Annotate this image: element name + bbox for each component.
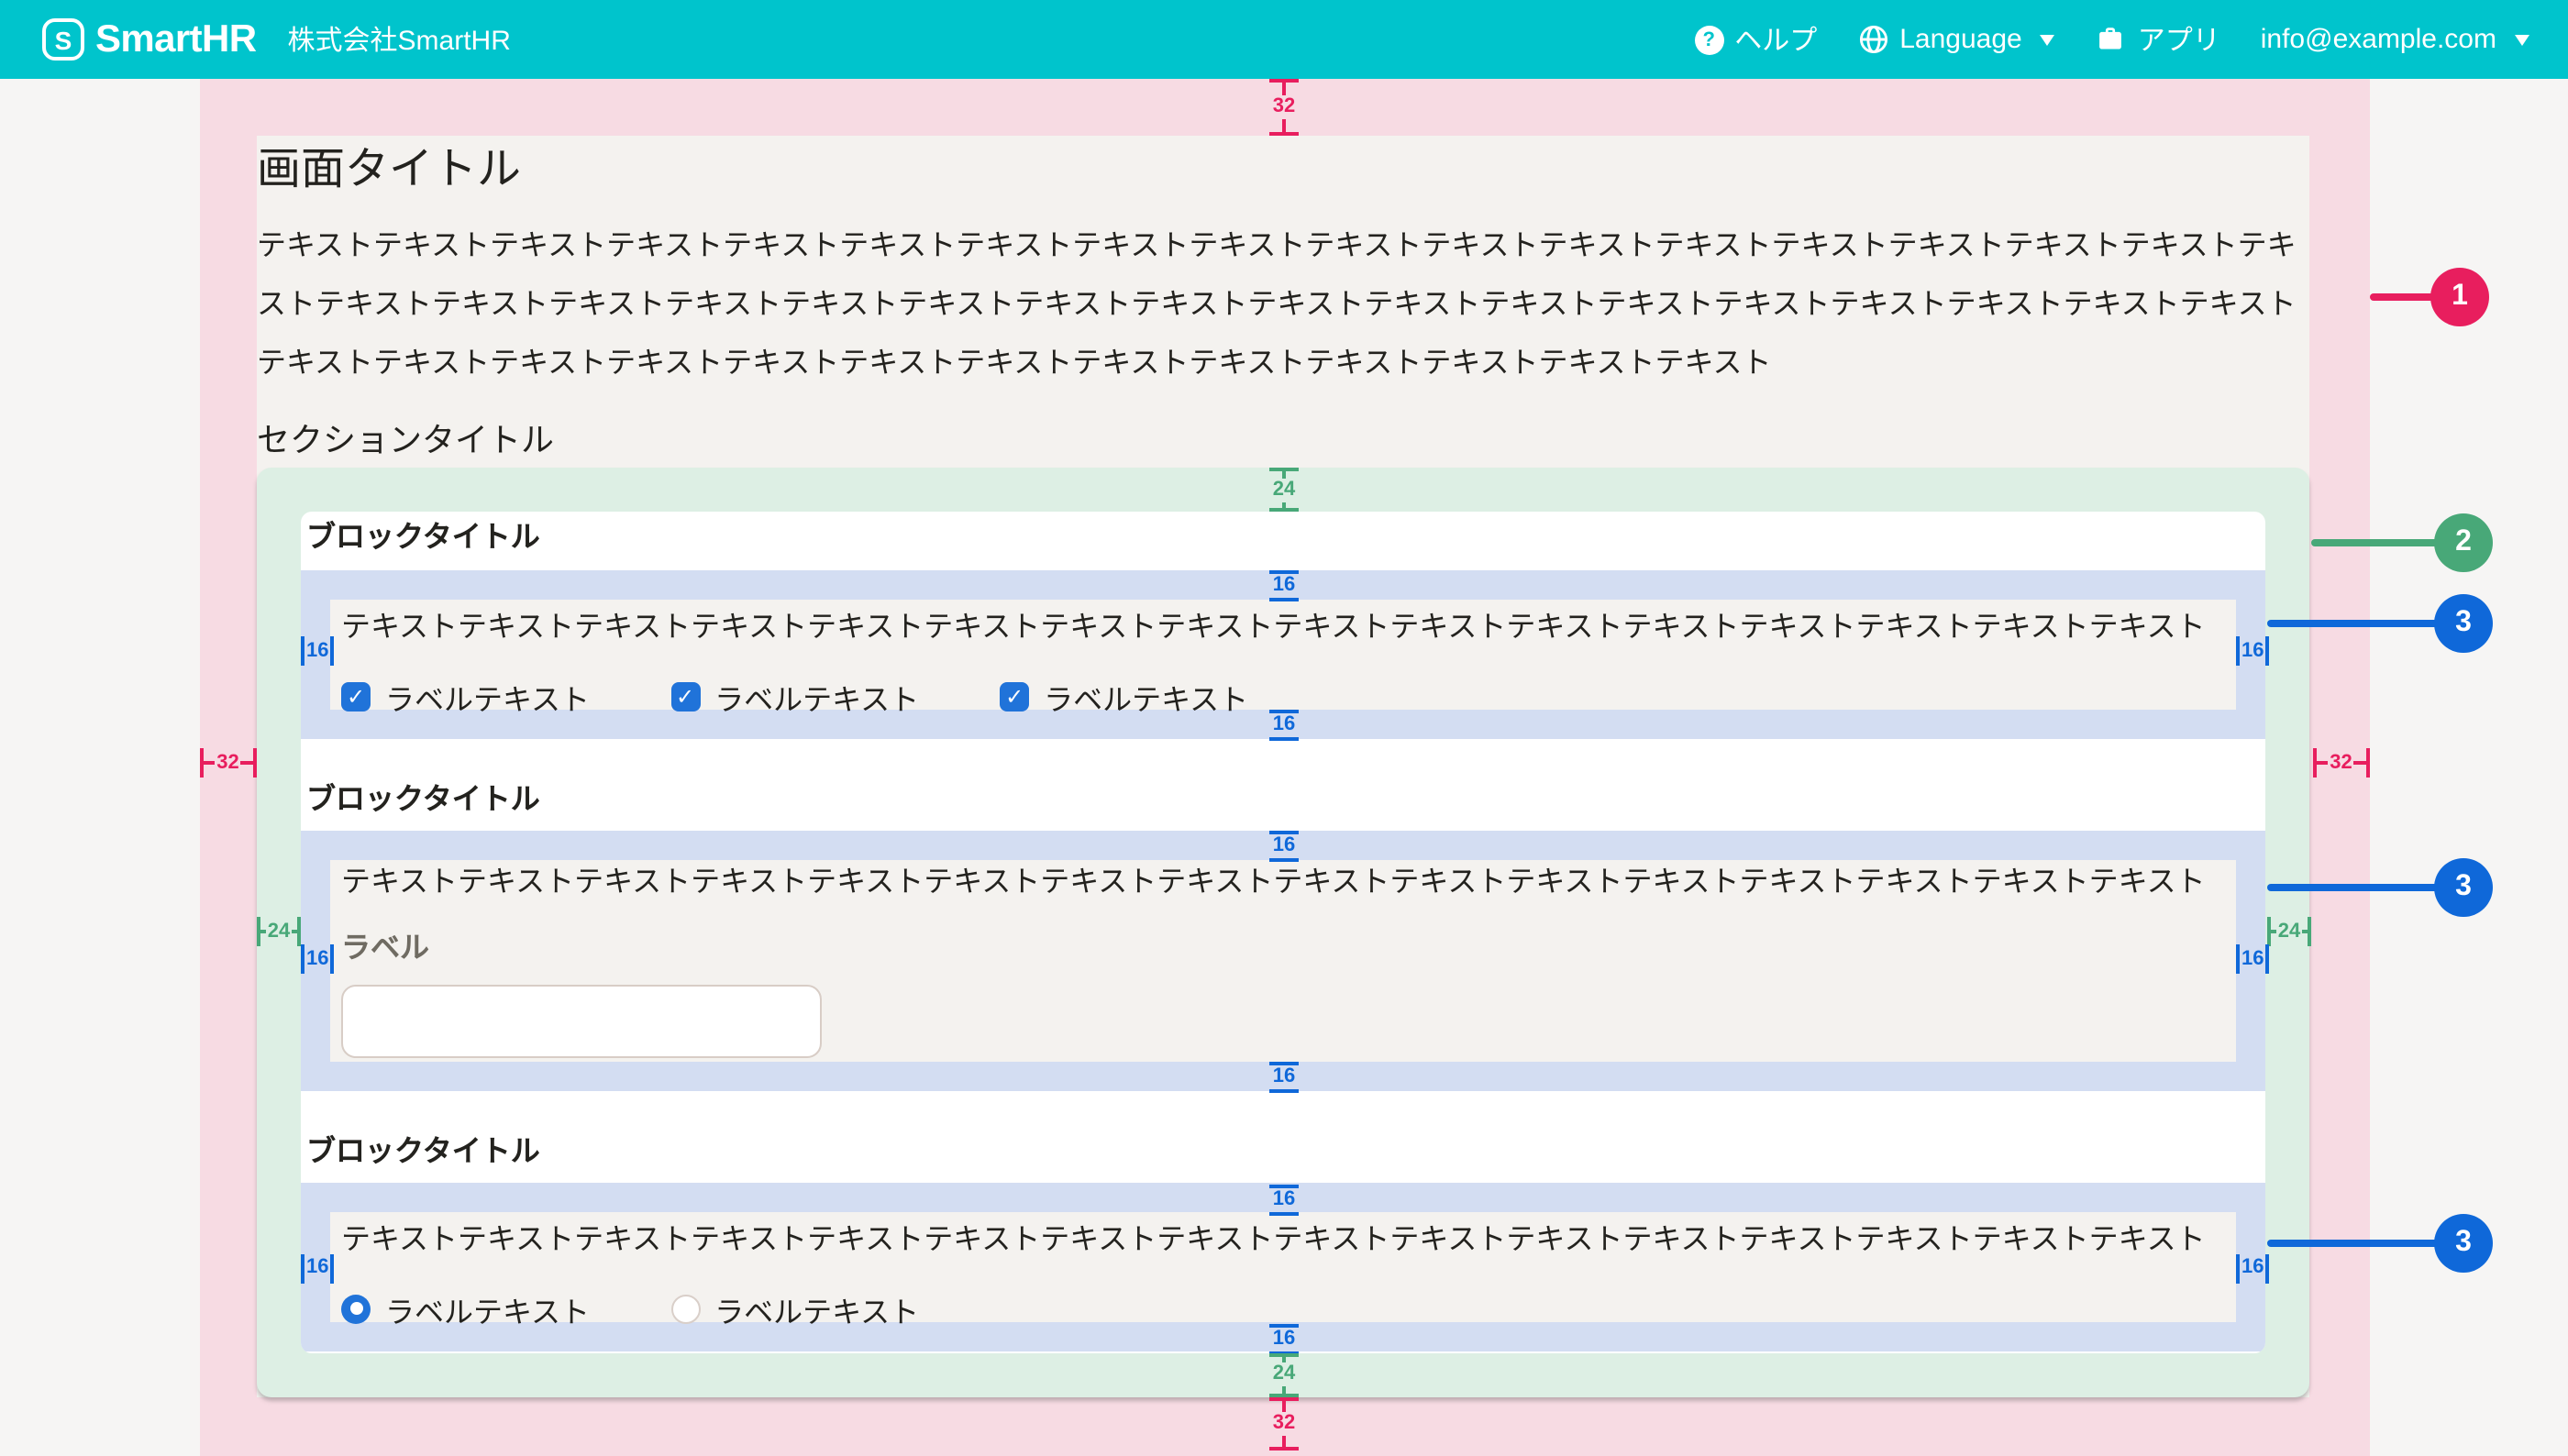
h-spacing-marker-16: 16 — [2236, 944, 2265, 974]
callout-line — [2267, 883, 2443, 890]
v-spacing-marker-16: 16 — [1269, 1061, 1299, 1090]
input-label: ラベル — [341, 930, 2225, 970]
callout-line — [2311, 539, 2443, 546]
block-content: テキストテキストテキストテキストテキストテキストテキストテキストテキストテキスト… — [330, 600, 2236, 710]
h-spacing-marker-16: 16 — [301, 636, 330, 666]
company-name: 株式会社SmartHR — [288, 20, 511, 59]
checkbox-label: ラベルテキスト — [1044, 675, 1248, 719]
callout-3: 3 — [2434, 857, 2493, 916]
checkbox-label: ラベルテキスト — [714, 675, 919, 719]
header-nav: ? ヘルプ Language アプリ — [1694, 20, 2529, 59]
app-header: S SmartHR 株式会社SmartHR ? ヘルプ Language — [0, 0, 2568, 79]
toolbox-icon — [2096, 24, 2127, 55]
intro-paragraph: テキストテキストテキストテキストテキストテキストテキストテキストテキストテキスト… — [257, 218, 2309, 394]
account-menu-item[interactable]: info@example.com — [2261, 24, 2529, 55]
block-text: テキストテキストテキストテキストテキストテキストテキストテキストテキストテキスト… — [341, 1217, 2225, 1263]
help-icon: ? — [1694, 25, 1723, 54]
v-spacing-marker-16: 16 — [1269, 1184, 1299, 1213]
radio-label: ラベルテキスト — [714, 1286, 919, 1330]
callout-3: 3 — [2434, 594, 2493, 653]
help-menu-item[interactable]: ? ヘルプ — [1694, 20, 1817, 59]
callout-1: 1 — [2430, 267, 2489, 325]
block-title: ブロックタイトル — [306, 517, 2265, 559]
section-container: ブロックタイトル テキストテキストテキストテキストテキストテキストテキストテキス… — [257, 468, 2309, 1396]
h-spacing-marker-24: 24 — [2267, 917, 2311, 946]
h-spacing-marker-24: 24 — [257, 917, 301, 946]
h-spacing-marker-16: 16 — [2236, 1253, 2265, 1283]
h-spacing-marker-32: 32 — [199, 748, 257, 778]
callout-line — [2370, 292, 2440, 300]
checkbox-option[interactable]: ✓ ラベルテキスト — [1000, 675, 1248, 719]
globe-icon — [1857, 24, 1888, 55]
section-card: ブロックタイトル テキストテキストテキストテキストテキストテキストテキストテキス… — [301, 512, 2265, 1352]
block-content: テキストテキストテキストテキストテキストテキストテキストテキストテキストテキスト… — [330, 1211, 2236, 1321]
language-menu-item[interactable]: Language — [1857, 24, 2055, 55]
checkbox-option[interactable]: ✓ ラベルテキスト — [341, 675, 590, 719]
smarthr-wordmark: SmartHR — [95, 17, 257, 61]
block-text: テキストテキストテキストテキストテキストテキストテキストテキストテキストテキスト… — [341, 605, 2225, 651]
v-spacing-marker-16: 16 — [1269, 1323, 1299, 1352]
help-label: ヘルプ — [1734, 20, 1817, 59]
block-text: テキストテキストテキストテキストテキストテキストテキストテキストテキストテキスト… — [341, 860, 2225, 906]
v-spacing-marker-32: 32 — [1269, 79, 1299, 136]
callout-line — [2267, 1240, 2443, 1247]
radio-option[interactable]: ラベルテキスト — [670, 1286, 919, 1330]
v-spacing-marker-16: 16 — [1269, 831, 1299, 860]
apps-menu-item[interactable]: アプリ — [2096, 20, 2220, 59]
smarthr-logo-icon: S — [42, 18, 84, 61]
account-email: info@example.com — [2261, 24, 2496, 55]
v-spacing-marker-32: 32 — [1269, 1396, 1299, 1450]
h-spacing-marker-16: 16 — [301, 944, 330, 974]
checkbox-checked-icon[interactable]: ✓ — [341, 682, 371, 711]
padding-overlay-blue: テキストテキストテキストテキストテキストテキストテキストテキストテキストテキスト… — [301, 831, 2265, 1090]
block-title: ブロックタイトル — [306, 779, 2265, 822]
text-input[interactable] — [341, 985, 822, 1058]
checkbox-label: ラベルテキスト — [385, 675, 590, 719]
callout-line — [2267, 620, 2443, 627]
checkbox-checked-icon[interactable]: ✓ — [1000, 682, 1029, 711]
apps-label: アプリ — [2138, 20, 2220, 59]
v-spacing-marker-16: 16 — [1269, 570, 1299, 600]
v-spacing-marker-24: 24 — [1269, 1352, 1299, 1396]
checkbox-option[interactable]: ✓ ラベルテキスト — [670, 675, 919, 719]
chevron-down-icon — [2041, 34, 2055, 45]
page-title: 画面タイトル — [257, 136, 2309, 198]
radio-option[interactable]: ラベルテキスト — [341, 1286, 590, 1330]
checkbox-checked-icon[interactable]: ✓ — [670, 682, 700, 711]
block-content: テキストテキストテキストテキストテキストテキストテキストテキストテキストテキスト… — [330, 860, 2236, 1061]
block-title: ブロックタイトル — [306, 1131, 2265, 1173]
section-title: セクションタイトル — [257, 416, 2309, 466]
screenshot-canvas: 画面タイトル テキストテキストテキストテキストテキストテキストテキストテキストテ… — [0, 0, 2568, 1456]
h-spacing-marker-16: 16 — [301, 1253, 330, 1283]
v-spacing-marker-16: 16 — [1269, 710, 1299, 739]
h-spacing-marker-32: 32 — [2312, 748, 2370, 778]
language-label: Language — [1899, 24, 2022, 55]
h-spacing-marker-16: 16 — [2236, 636, 2265, 666]
header-brand: S SmartHR 株式会社SmartHR — [42, 17, 511, 61]
radio-unselected-icon[interactable] — [670, 1294, 700, 1323]
radio-selected-icon[interactable] — [341, 1294, 371, 1323]
chevron-down-icon — [2515, 34, 2529, 45]
callout-3: 3 — [2434, 1214, 2493, 1273]
v-spacing-marker-24: 24 — [1269, 468, 1299, 512]
radio-label: ラベルテキスト — [385, 1286, 590, 1330]
callout-2: 2 — [2434, 513, 2493, 572]
